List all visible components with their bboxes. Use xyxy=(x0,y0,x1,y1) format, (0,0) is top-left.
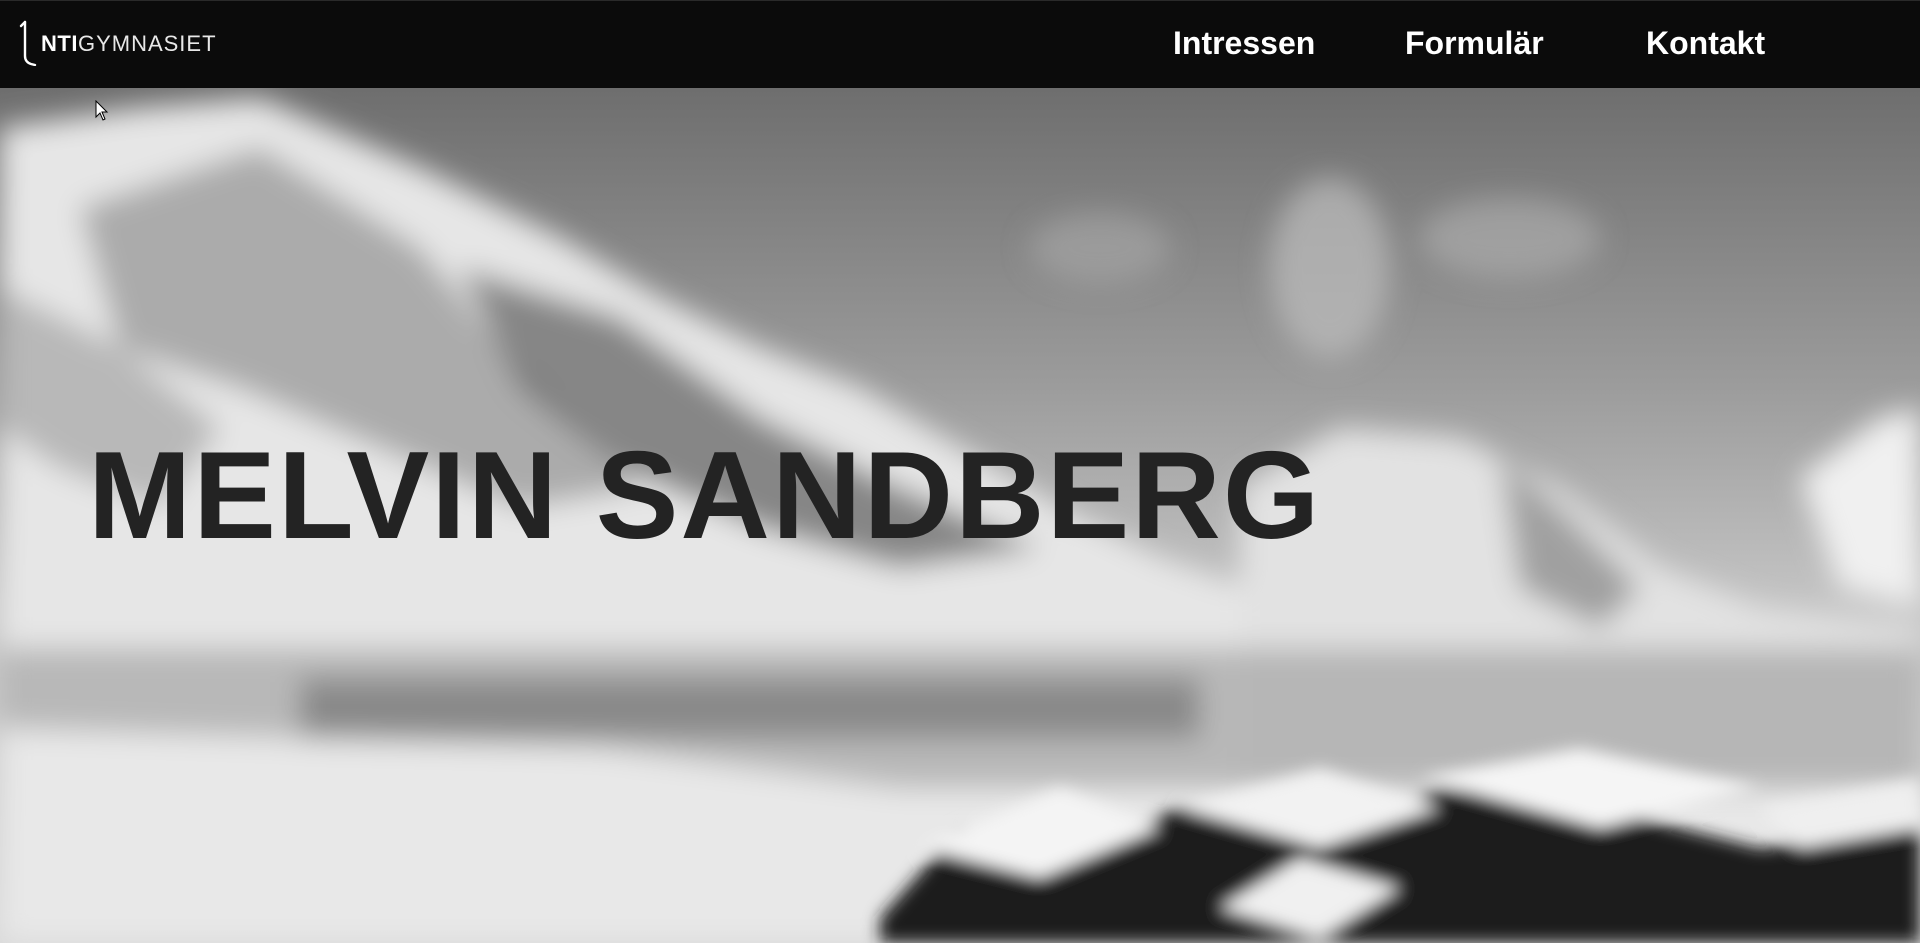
logo-primary-text: NTI xyxy=(41,31,78,56)
hero-section: MELVIN SANDBERG xyxy=(0,88,1920,943)
logo-secondary-text: GYMNASIET xyxy=(77,31,217,56)
site-logo[interactable]: NTI GYMNASIET xyxy=(19,20,217,66)
nti-bracket-icon xyxy=(19,20,37,66)
nav-link-formular[interactable]: Formulär xyxy=(1405,25,1544,62)
mouse-cursor-icon xyxy=(95,100,109,121)
nav-link-intressen[interactable]: Intressen xyxy=(1173,25,1315,62)
hero-title: MELVIN SANDBERG xyxy=(88,427,1322,565)
top-navbar: NTI GYMNASIET Intressen Formulär Kontakt xyxy=(0,0,1920,88)
nav-link-kontakt[interactable]: Kontakt xyxy=(1646,25,1765,62)
